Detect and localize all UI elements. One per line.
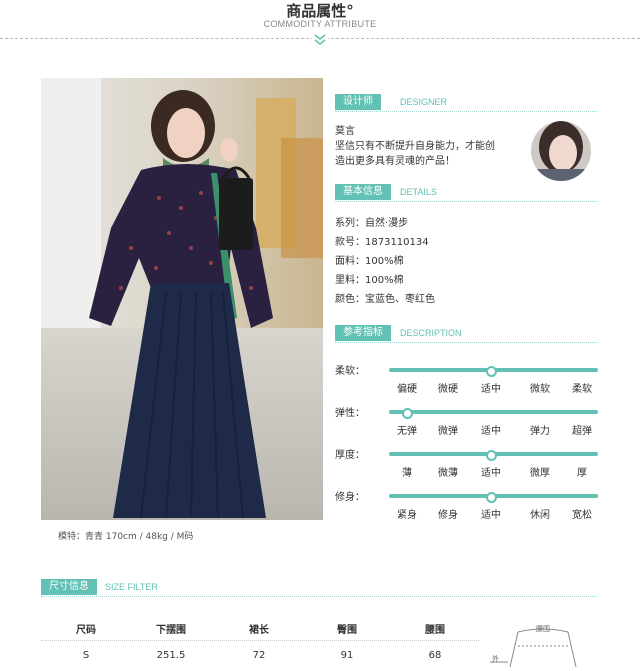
- designer-tag: 设计师: [335, 94, 381, 110]
- detail-lining: 里料：100%棉: [335, 275, 404, 286]
- details-divider: [335, 201, 597, 202]
- detail-series: 系列：自然·漫步: [335, 218, 409, 229]
- slider-label: 弹性：: [335, 408, 365, 419]
- size-column-header: 裙长: [249, 625, 269, 636]
- slider-knob: [486, 492, 497, 503]
- designer-avatar: [531, 121, 591, 181]
- size-tag: 尺寸信息: [41, 579, 97, 595]
- designer-name: 莫言: [335, 126, 355, 137]
- size-cell: 251.5: [156, 650, 186, 661]
- slider-option: 适中: [481, 510, 501, 521]
- slider-option: 微硬: [438, 384, 458, 395]
- detail-colors: 颜色：宝蓝色、枣红色: [335, 294, 435, 305]
- reference-tag-en: DESCRIPTION: [400, 328, 462, 338]
- detail-fabric: 面料：100%棉: [335, 256, 404, 267]
- chevron-down-icon: [312, 32, 328, 46]
- details-tag: 基本信息: [335, 184, 391, 200]
- designer-divider: [335, 111, 597, 112]
- slider-knob: [486, 366, 497, 377]
- designer-info: 莫言 坚信只有不断提升自身能力，才能创 造出更多具有灵魂的产品！: [335, 124, 520, 169]
- slider-option: 适中: [481, 384, 501, 395]
- size-table-divider: [41, 640, 479, 641]
- slider-option: 弹力: [530, 426, 550, 437]
- size-column-header: 尺码: [76, 625, 96, 636]
- details-tag-en: DETAILS: [400, 187, 437, 197]
- size-cell: 68: [428, 650, 442, 661]
- designer-tag-en: DESIGNER: [400, 97, 448, 107]
- slider-option: 微弹: [438, 426, 458, 437]
- diagram-label-waist: 腰围: [536, 625, 550, 633]
- size-column-header: 下摆围: [156, 625, 186, 636]
- slider-option: 适中: [481, 468, 501, 479]
- size-column-header: 腰围: [425, 625, 445, 636]
- slider-knob: [402, 408, 413, 419]
- size-column-header: 臀围: [337, 625, 357, 636]
- size-divider: [41, 596, 597, 597]
- slider-option: 微软: [530, 384, 550, 395]
- designer-bio-line1: 坚信只有不断提升自身能力，才能创: [335, 141, 495, 152]
- designer-bio-line2: 造出更多具有灵魂的产品！: [335, 156, 455, 167]
- slider-option: 无弹: [397, 426, 417, 437]
- page-subtitle: COMMODITY ATTRIBUTE: [263, 19, 377, 29]
- slider-option: 微薄: [438, 468, 458, 479]
- model-photo: [41, 78, 323, 520]
- size-cell: 72: [252, 650, 266, 661]
- slider-label: 柔软：: [335, 366, 365, 377]
- slider-knob: [486, 450, 497, 461]
- detail-style-number: 款号：1873110134: [335, 237, 429, 248]
- size-cell: 91: [340, 650, 354, 661]
- slider-option: 紧身: [397, 510, 417, 521]
- slider-option: 柔软: [572, 384, 592, 395]
- slider-option: 修身: [438, 510, 458, 521]
- slider-label: 修身：: [335, 492, 365, 503]
- diagram-label-outer: 外: [492, 655, 499, 663]
- size-tag-en: SIZE FILTER: [105, 582, 158, 592]
- slider-track: [389, 410, 598, 414]
- reference-tag: 参考指标: [335, 325, 391, 341]
- slider-option: 休闲: [530, 510, 550, 521]
- size-cell: S: [82, 650, 90, 661]
- slider-option: 宽松: [572, 510, 592, 521]
- slider-label: 厚度：: [335, 450, 365, 461]
- slider-option: 薄: [402, 468, 412, 479]
- model-caption: 模特：青青 170cm / 48kg / M码: [58, 532, 194, 542]
- slider-option: 超弹: [572, 426, 592, 437]
- slider-option: 适中: [481, 426, 501, 437]
- reference-divider: [335, 342, 597, 343]
- slider-option: 微厚: [530, 468, 550, 479]
- slider-option: 厚: [577, 468, 587, 479]
- page-title: 商品属性°: [286, 2, 354, 20]
- slider-option: 偏硬: [397, 384, 417, 395]
